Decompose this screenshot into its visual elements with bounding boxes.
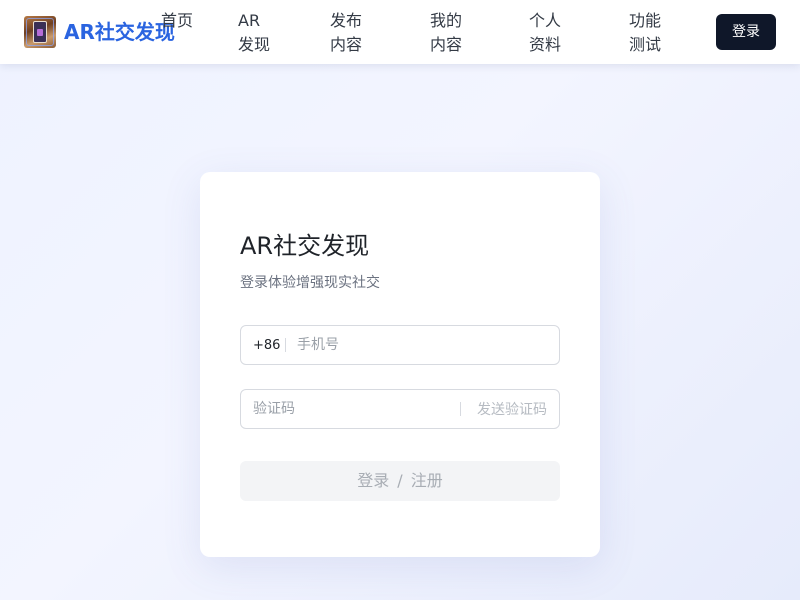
nav-item-publish[interactable]: 发布内容 xyxy=(330,9,370,57)
nav-item-feature-test[interactable]: 功能测试 xyxy=(629,9,669,57)
phone-field: +86 xyxy=(240,325,560,365)
nav-item-profile[interactable]: 个人资料 xyxy=(529,9,569,57)
brand-title[interactable]: AR社交发现 xyxy=(64,17,175,47)
card-subtitle: 登录体验增强现实社交 xyxy=(240,275,380,291)
login-button[interactable]: 登录 xyxy=(716,14,776,50)
logo-image[interactable] xyxy=(24,16,56,48)
code-divider xyxy=(460,402,461,416)
login-card: AR社交发现 登录体验增强现实社交 +86 发送验证码 登录 / 注册 xyxy=(200,172,600,557)
phone-input[interactable] xyxy=(297,326,547,364)
nav-item-home[interactable]: 首页 xyxy=(161,9,201,33)
verification-code-input[interactable] xyxy=(253,390,453,428)
top-navbar: AR社交发现 首页 AR 发现 发布内容 我的内容 个人资料 功能测试 登录 xyxy=(0,0,800,64)
code-field: 发送验证码 xyxy=(240,389,560,429)
card-title: AR社交发现 xyxy=(240,232,370,260)
prefix-divider xyxy=(285,338,286,352)
login-register-button[interactable]: 登录 / 注册 xyxy=(240,461,560,501)
send-code-button[interactable]: 发送验证码 xyxy=(477,390,547,428)
login-label: 登录 xyxy=(357,471,390,490)
nav-item-my-content[interactable]: 我的内容 xyxy=(430,9,470,57)
nav-item-ar-discover[interactable]: AR 发现 xyxy=(238,9,278,57)
separator-slash: / xyxy=(397,471,403,490)
country-code-prefix[interactable]: +86 xyxy=(253,326,280,364)
register-label: 注册 xyxy=(410,471,443,490)
